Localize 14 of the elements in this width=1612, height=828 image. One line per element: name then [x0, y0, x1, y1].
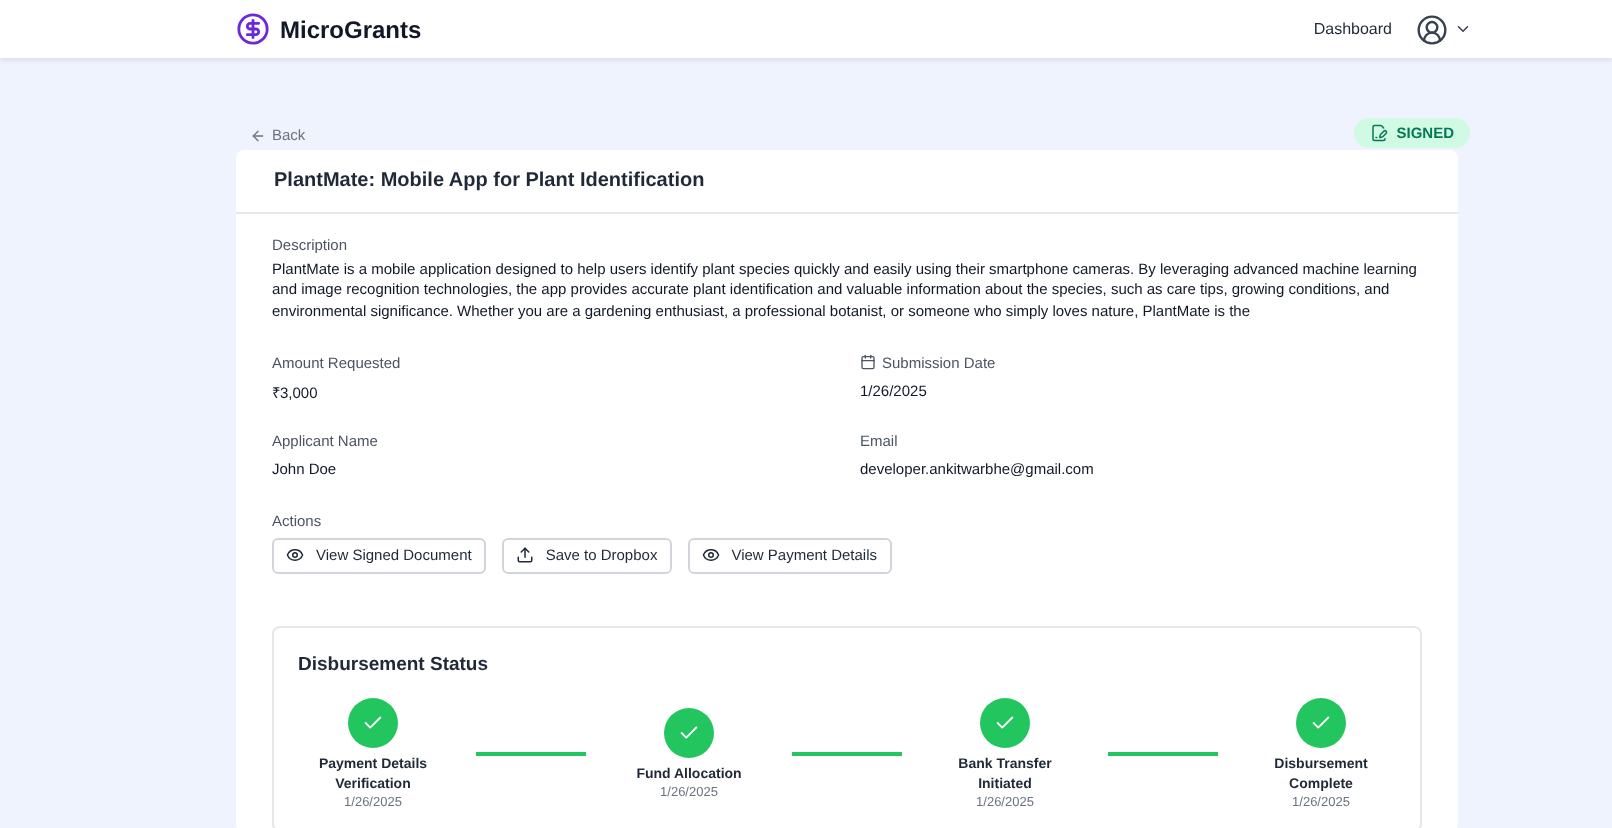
caret-icon: [1454, 20, 1472, 38]
user-menu-button[interactable]: [1416, 13, 1472, 45]
upload-icon: [515, 546, 534, 565]
back-arrow-icon: [250, 127, 266, 143]
signed-document-icon: [1370, 124, 1389, 142]
calendar-icon: [860, 354, 876, 371]
user-avatar-icon: [1416, 13, 1448, 45]
eye-icon: [286, 546, 304, 565]
dashboard-link[interactable]: Dashboard: [1313, 20, 1392, 38]
eye-icon: [701, 546, 720, 565]
grant-title: PlantMate: Mobile App for Plant Identification: [236, 150, 1458, 214]
dollar-logo-icon: [236, 12, 270, 46]
panel-title: Disbursement Status: [298, 653, 491, 676]
brand-name: MicroGrants: [280, 15, 422, 43]
